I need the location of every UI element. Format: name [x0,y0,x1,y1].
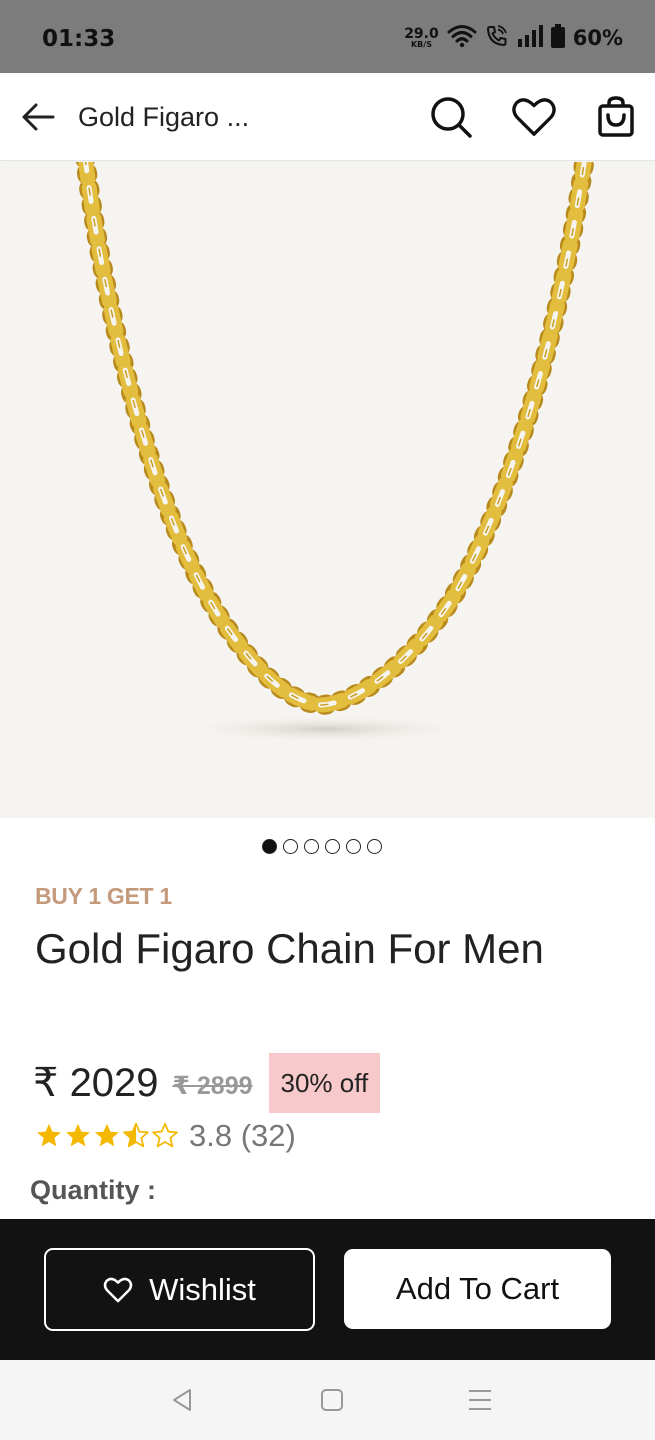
rating-row[interactable]: 3.8 (32) [35,1118,296,1154]
search-button[interactable] [429,95,473,139]
cart-button[interactable] [594,95,638,139]
network-speed-unit: KB/S [410,40,432,49]
heart-icon [512,98,556,136]
original-price: ₹ 2899 [172,1072,253,1100]
menu-lines-icon [469,1390,491,1410]
star-half-icon [123,1122,149,1148]
quantity-label: Quantity : [30,1175,156,1205]
product-image[interactable] [0,162,655,818]
app-header: Gold Figaro ... [0,73,655,161]
pagination-dot[interactable] [367,839,382,854]
price-row: ₹ 2029 ₹ 2899 30% off [33,1053,381,1113]
pagination-dot[interactable] [325,839,340,854]
page-title: Gold Figaro ... [78,102,250,132]
search-icon [431,97,472,138]
add-to-cart-label: Add To Cart [395,1271,560,1306]
signal-icon [517,25,543,51]
wishlist-label: Wishlist [149,1271,256,1307]
star-full-icon [95,1123,119,1147]
arrow-left-icon [22,103,55,131]
square-home-icon [321,1389,343,1411]
rating-value: 3.8 (32) [189,1118,296,1153]
nav-home-button[interactable] [316,1384,348,1416]
bottom-action-bar: Wishlist Add To Cart [0,1219,655,1360]
add-to-cart-button[interactable]: Add To Cart [344,1249,611,1329]
shopping-bag-icon [598,96,634,137]
product-title: Gold Figaro Chain For Men [35,925,544,972]
gold-chain-image [75,162,595,743]
status-time: 01:33 [42,26,116,52]
image-pagination [262,839,382,854]
battery-level: 60% [572,26,623,50]
star-full-icon [66,1123,90,1147]
nav-menu-button[interactable] [464,1384,496,1416]
status-indicators: 29.0 KB/S 60% [404,24,623,52]
pagination-dot[interactable] [346,839,361,854]
status-bar: 01:33 29.0 KB/S 60% [0,0,655,73]
wishlist-button[interactable]: Wishlist [44,1248,315,1331]
star-full-icon [37,1123,61,1147]
nav-back-button[interactable] [166,1384,198,1416]
wifi-icon [447,24,477,52]
pagination-dot[interactable] [262,839,277,854]
pagination-dot[interactable] [283,839,298,854]
network-speed: 29.0 KB/S [404,27,439,49]
discount-badge: 30% off [268,1053,381,1113]
triangle-back-icon [173,1389,191,1411]
star-empty-icon [152,1122,178,1148]
selling-price: ₹ 2029 [33,1061,159,1105]
heart-icon [103,1277,133,1302]
back-button[interactable] [20,99,56,135]
pagination-dot[interactable] [304,839,319,854]
rating-stars [35,1122,179,1150]
system-nav-bar [0,1360,655,1440]
network-speed-value: 29.0 [404,26,439,42]
wifi-call-icon [485,24,509,52]
promo-label: BUY 1 GET 1 [35,883,172,909]
wishlist-header-button[interactable] [512,95,556,139]
battery-icon [550,24,565,52]
